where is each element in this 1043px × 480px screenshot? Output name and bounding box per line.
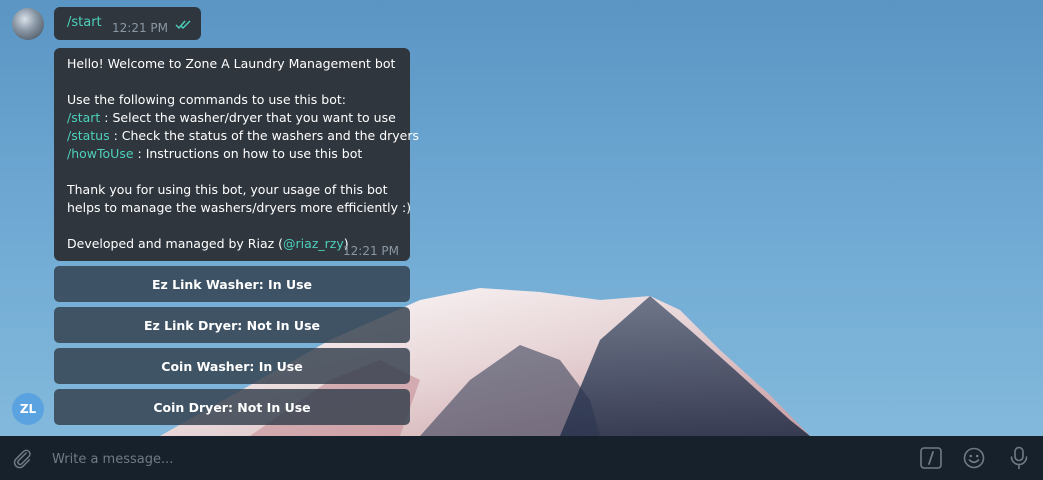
greeting-text: Hello! Welcome to Zone A Laundry Managem… xyxy=(67,56,396,71)
emoji-icon[interactable] xyxy=(963,447,985,469)
command-link[interactable]: /howToUse xyxy=(67,146,134,161)
command-line-howtouse: /howToUse : Instructions on how to use t… xyxy=(67,145,362,163)
thanks-text-2: helps to manage the washers/dryers more … xyxy=(67,200,412,215)
bot-avatar[interactable]: ZL xyxy=(12,393,44,425)
keyboard-button-coin-washer[interactable]: Coin Washer: In Use xyxy=(54,348,410,384)
command-link[interactable]: /start xyxy=(67,110,100,125)
command-line-start: /start : Select the washer/dryer that yo… xyxy=(67,109,396,127)
read-checkmarks-icon xyxy=(175,20,191,30)
keyboard-button-coin-dryer[interactable]: Coin Dryer: Not In Use xyxy=(54,389,410,425)
developer-handle-link[interactable]: @riaz_rzy xyxy=(283,236,344,251)
command-desc: : Select the washer/dryer that you want … xyxy=(100,110,396,125)
keyboard-button-ezlink-dryer[interactable]: Ez Link Dryer: Not In Use xyxy=(54,307,410,343)
keyboard-button-ezlink-washer[interactable]: Ez Link Washer: In Use xyxy=(54,266,410,302)
incoming-message: Hello! Welcome to Zone A Laundry Managem… xyxy=(54,48,419,261)
thanks-text-1: Thank you for using this bot, your usage… xyxy=(67,182,388,197)
outgoing-message: /start 12:21 PM xyxy=(54,7,201,40)
message-text[interactable]: /start xyxy=(67,15,102,30)
message-time: 12:21 PM xyxy=(343,244,399,258)
bot-command-icon[interactable] xyxy=(920,447,942,469)
command-link[interactable]: /status xyxy=(67,128,110,143)
chat-area: /start 12:21 PM Hello! Welcome to Zone A… xyxy=(0,0,1043,436)
microphone-icon[interactable] xyxy=(1008,446,1030,470)
developer-prefix: Developed and managed by Riaz ( xyxy=(67,236,284,251)
attach-icon[interactable] xyxy=(11,447,33,469)
message-time: 12:21 PM xyxy=(112,21,168,35)
message-input[interactable] xyxy=(50,446,894,472)
command-desc: : Check the status of the washers and th… xyxy=(109,128,420,143)
message-input-bar xyxy=(0,436,1043,480)
command-line-status: /status : Check the status of the washer… xyxy=(67,127,419,145)
user-avatar[interactable] xyxy=(12,8,44,40)
command-desc: : Instructions on how to use this bot xyxy=(133,146,363,161)
intro-text: Use the following commands to use this b… xyxy=(67,92,346,107)
developer-line: Developed and managed by Riaz (@riaz_rzy… xyxy=(67,235,349,253)
